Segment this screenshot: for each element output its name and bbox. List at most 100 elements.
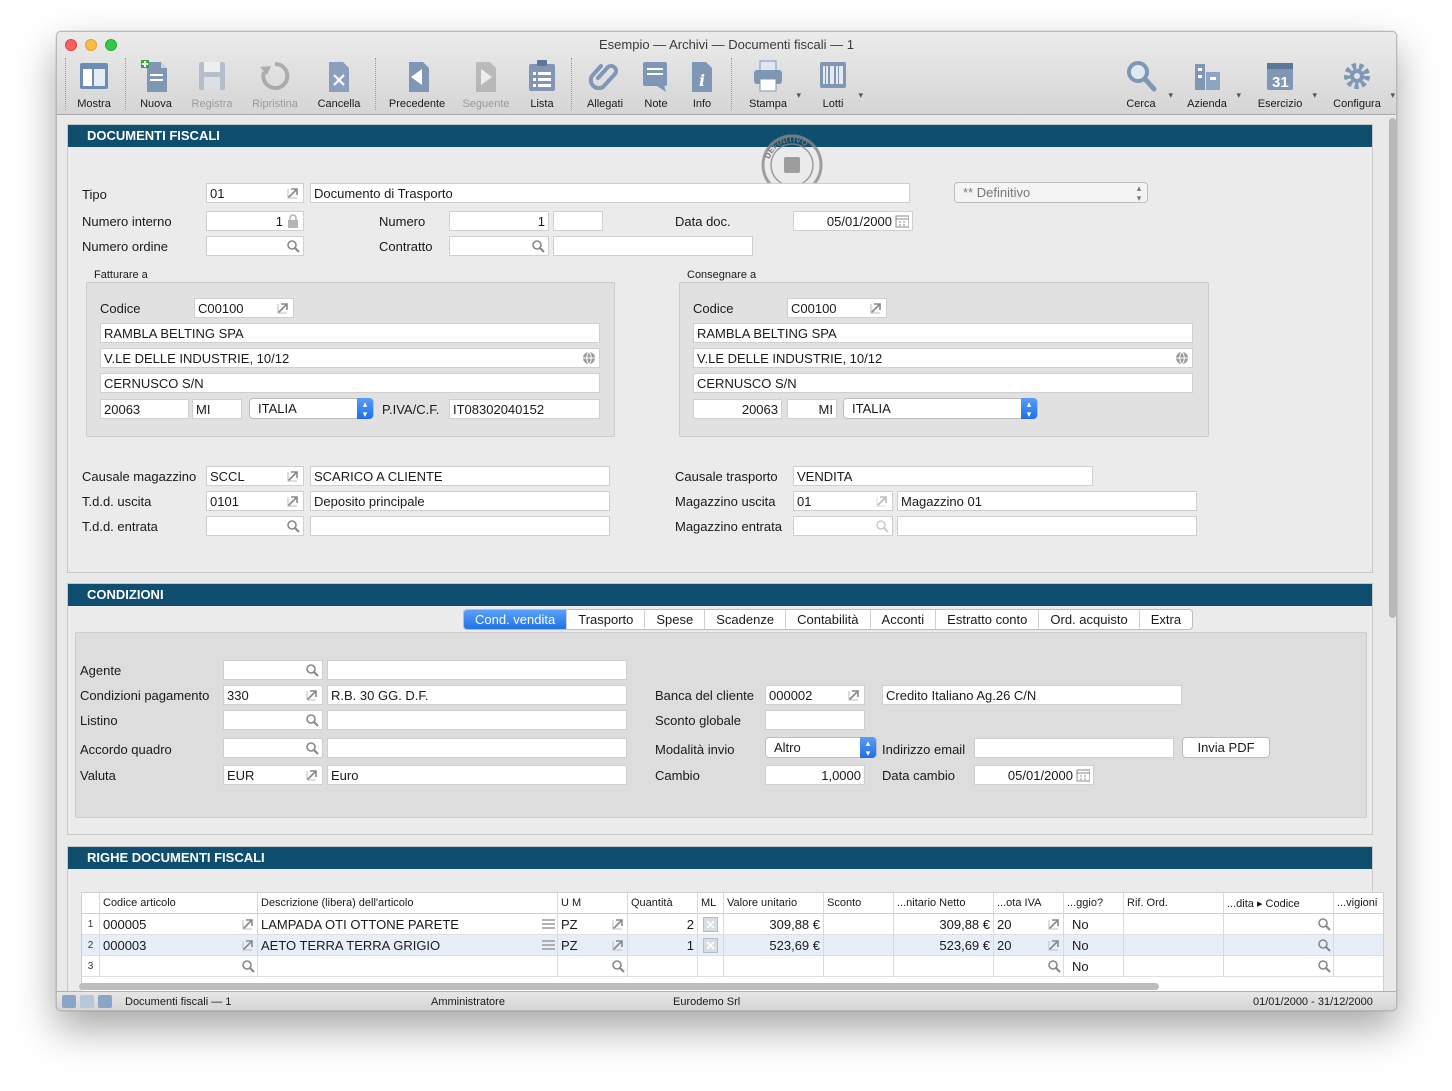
column-header[interactable]: Valore unitario — [724, 893, 824, 914]
tab-acconti[interactable]: Acconti — [869, 610, 936, 629]
cell-omaggio[interactable]: No — [1064, 956, 1124, 977]
causale-magazzino-field[interactable]: SCCL — [206, 466, 304, 486]
seguente-button[interactable]: Seguente — [459, 56, 513, 112]
cell-provvigioni[interactable] — [1334, 914, 1383, 935]
tab-cond-vendita[interactable]: Cond. vendita — [464, 610, 567, 629]
cell-sconto[interactable] — [824, 935, 894, 956]
contratto-field[interactable] — [449, 236, 549, 256]
mostra-button[interactable]: Mostra — [73, 56, 115, 112]
tdd-entrata-desc-field[interactable] — [310, 516, 610, 536]
column-header[interactable]: ...dita ▸ Codice — [1224, 893, 1334, 914]
consegnare-citta-field[interactable]: CERNUSCO S/N — [693, 373, 1193, 393]
cell-valore[interactable]: 309,88 € — [724, 914, 824, 935]
search-icon[interactable] — [305, 713, 319, 727]
cell-codice[interactable]: 000003 — [100, 935, 258, 956]
consegnare-nazione-select[interactable]: ITALIA ▴ ▾ — [843, 398, 1038, 419]
numero-ordine-field[interactable] — [206, 236, 304, 256]
agente-field[interactable] — [223, 660, 323, 680]
consegnare-indirizzo-field[interactable]: V.LE DELLE INDUSTRIE, 10/12 — [693, 348, 1193, 368]
cell-descrizione[interactable]: LAMPADA OTI OTTONE PARETE — [258, 914, 558, 935]
column-header[interactable]: Sconto — [824, 893, 894, 914]
checkbox-disabled-icon[interactable] — [703, 938, 718, 953]
cell-iva[interactable]: 20 — [994, 935, 1064, 956]
consegnare-ragione-sociale-field[interactable]: RAMBLA BELTING SPA — [693, 323, 1193, 343]
tab-estratto-conto[interactable]: Estratto conto — [935, 610, 1038, 629]
fatturare-codice-field[interactable]: C00100 — [194, 298, 294, 318]
tab-scadenze[interactable]: Scadenze — [704, 610, 785, 629]
cell-ml[interactable] — [698, 935, 724, 956]
cell-iva[interactable] — [994, 956, 1064, 977]
lookup-arrow-icon[interactable] — [869, 301, 883, 315]
calendar-icon[interactable] — [895, 214, 909, 228]
globe-icon[interactable] — [1175, 351, 1189, 365]
numero-suffix-field[interactable] — [553, 211, 603, 231]
tab-contabilita[interactable]: Contabilità — [785, 610, 869, 629]
cell-ml[interactable] — [698, 914, 724, 935]
fatturare-ragione-sociale-field[interactable]: RAMBLA BELTING SPA — [100, 323, 600, 343]
lotti-button[interactable]: Lotti ▾ — [813, 56, 863, 112]
numero-interno-field[interactable]: 1 — [206, 211, 304, 231]
info-button[interactable]: i Info — [685, 56, 719, 112]
banca-field[interactable]: 000002 — [765, 685, 865, 705]
calendar-icon[interactable] — [1076, 768, 1090, 782]
sconto-globale-field[interactable] — [765, 710, 865, 730]
column-header[interactable]: Descrizione (libera) dell'articolo — [258, 893, 558, 914]
stato-select[interactable]: ** Definitivo ▴ ▾ — [954, 182, 1148, 203]
lookup-arrow-icon[interactable] — [847, 688, 861, 702]
ripristina-button[interactable]: Ripristina — [249, 56, 301, 112]
search-icon[interactable] — [1317, 959, 1331, 973]
lookup-arrow-icon[interactable] — [286, 494, 300, 508]
configura-button[interactable]: Configura ▾ — [1329, 56, 1395, 112]
listino-desc-field[interactable] — [327, 710, 627, 730]
table-row[interactable]: 3 No — [82, 956, 1383, 977]
cell-sconto[interactable] — [824, 914, 894, 935]
accordo-quadro-field[interactable] — [223, 738, 323, 758]
invia-pdf-button[interactable]: Invia PDF — [1182, 737, 1270, 758]
text-lines-icon[interactable] — [541, 917, 555, 931]
cell-quantita[interactable]: 1 — [628, 935, 698, 956]
cell-provvigioni[interactable] — [1334, 956, 1383, 977]
fatturare-provincia-field[interactable]: MI — [192, 399, 242, 419]
consegnare-cap-field[interactable]: 20063 — [693, 399, 782, 419]
magazzino-entrata-field[interactable] — [793, 516, 893, 536]
cell-sconto[interactable] — [824, 956, 894, 977]
cell-codice-vendita[interactable] — [1224, 956, 1334, 977]
tipo-desc-field[interactable]: Documento di Trasporto — [310, 183, 910, 203]
cell-codice-vendita[interactable] — [1224, 914, 1334, 935]
lookup-arrow-icon[interactable] — [305, 768, 319, 782]
causale-trasporto-field[interactable]: VENDITA — [793, 466, 1093, 486]
fatturare-citta-field[interactable]: CERNUSCO S/N — [100, 373, 600, 393]
accordo-quadro-desc-field[interactable] — [327, 738, 627, 758]
pagamento-field[interactable]: 330 — [223, 685, 323, 705]
magazzino-uscita-desc-field[interactable]: Magazzino 01 — [897, 491, 1197, 511]
lookup-arrow-icon[interactable] — [611, 917, 625, 931]
fatturare-cap-field[interactable]: 20063 — [100, 399, 189, 419]
cell-rif-ord[interactable] — [1124, 956, 1224, 977]
lookup-arrow-icon[interactable] — [241, 917, 255, 931]
tipo-code-field[interactable]: 01 — [206, 183, 304, 203]
lookup-arrow-icon[interactable] — [286, 186, 300, 200]
search-icon[interactable] — [531, 239, 545, 253]
cell-quantita[interactable] — [628, 956, 698, 977]
cancella-button[interactable]: Cancella — [315, 56, 363, 112]
lookup-arrow-icon[interactable] — [286, 469, 300, 483]
email-field[interactable] — [974, 738, 1174, 758]
cell-omaggio[interactable]: No — [1064, 914, 1124, 935]
causale-magazzino-desc-field[interactable]: SCARICO A CLIENTE — [310, 466, 610, 486]
cell-codice-vendita[interactable] — [1224, 935, 1334, 956]
consegnare-codice-field[interactable]: C00100 — [787, 298, 887, 318]
table-row[interactable]: 1 000005 LAMPADA OTI OTTONE PARETE PZ 2 … — [82, 914, 1383, 935]
cell-valore[interactable] — [724, 956, 824, 977]
banca-desc-field[interactable]: Credito Italiano Ag.26 C/N — [882, 685, 1182, 705]
stampa-button[interactable]: Stampa ▾ — [745, 56, 801, 112]
tdd-uscita-desc-field[interactable]: Deposito principale — [310, 491, 610, 511]
cell-netto[interactable] — [894, 956, 994, 977]
fatturare-nazione-select[interactable]: ITALIA ▴ ▾ — [249, 398, 374, 419]
cell-iva[interactable]: 20 — [994, 914, 1064, 935]
cell-ml[interactable] — [698, 956, 724, 977]
search-icon[interactable] — [286, 239, 300, 253]
cell-rif-ord[interactable] — [1124, 935, 1224, 956]
column-header[interactable]: ML — [698, 893, 724, 914]
azienda-button[interactable]: Azienda ▾ — [1183, 56, 1241, 112]
cell-netto[interactable]: 309,88 € — [894, 914, 994, 935]
